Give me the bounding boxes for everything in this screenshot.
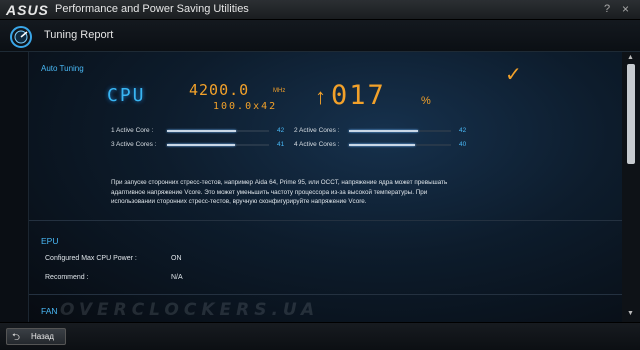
- core-4-label: 4 Active Cores :: [294, 141, 340, 148]
- title-bar: ASUS Performance and Power Saving Utilit…: [0, 0, 640, 20]
- watermark: OVERCLOCKERS.UA: [60, 300, 320, 320]
- cpu-label: CPU: [107, 85, 146, 106]
- core-3-bar: [167, 144, 269, 146]
- recommend-label: Recommend :: [45, 274, 89, 281]
- recommend-value: N/A: [171, 274, 183, 281]
- asus-logo: ASUS: [6, 2, 49, 18]
- core-1-bar: [167, 130, 269, 132]
- vertical-scrollbar[interactable]: ▲ ▼: [622, 52, 640, 322]
- scroll-up-icon[interactable]: ▲: [627, 54, 634, 61]
- core-4-fill: [349, 144, 416, 146]
- core-2-bar: [349, 130, 451, 132]
- boost-percent: 017: [331, 80, 386, 111]
- report-panel: Auto Tuning ✓ CPU 4200.0 MHz 100.0x42 ↑ …: [28, 52, 622, 322]
- section-divider: [29, 220, 622, 221]
- page-header: Tuning Report: [0, 20, 640, 52]
- speedometer-icon: [10, 26, 32, 48]
- cpu-multiplier: 100.0x42: [213, 101, 278, 112]
- back-label: Назад: [31, 332, 54, 341]
- core-2-value: 42: [459, 127, 467, 134]
- max-cpu-power-value: ON: [171, 255, 182, 262]
- core-2-fill: [349, 130, 419, 132]
- max-cpu-power-label: Configured Max CPU Power :: [45, 255, 137, 262]
- close-button[interactable]: ×: [622, 2, 629, 16]
- section-divider: [29, 294, 622, 295]
- fan-heading: FAN: [41, 306, 58, 316]
- footer-bar: ⮌ Назад: [0, 322, 640, 350]
- app-title: Performance and Power Saving Utilities: [55, 3, 249, 15]
- auto-tuning-heading: Auto Tuning: [41, 64, 84, 73]
- core-4-bar: [349, 144, 451, 146]
- core-2-label: 2 Active Cores :: [294, 127, 340, 134]
- check-icon: ✓: [505, 64, 522, 86]
- core-3-value: 41: [277, 141, 285, 148]
- scroll-thumb[interactable]: [627, 64, 635, 164]
- core-4-value: 40: [459, 141, 467, 148]
- cpu-frequency: 4200.0: [189, 81, 250, 99]
- scroll-down-icon[interactable]: ▼: [627, 310, 634, 317]
- help-button[interactable]: ?: [604, 3, 610, 15]
- up-arrow-icon: ↑: [315, 84, 326, 109]
- page-title: Tuning Report: [44, 29, 114, 41]
- frequency-unit: MHz: [273, 88, 286, 94]
- back-button[interactable]: ⮌ Назад: [6, 328, 66, 345]
- epu-heading: EPU: [41, 236, 59, 246]
- core-3-label: 3 Active Cores :: [111, 141, 157, 148]
- percent-unit: %: [421, 95, 431, 107]
- stress-test-warning: При запуске сторонних стресс-тестов, нап…: [111, 179, 448, 205]
- core-3-fill: [167, 144, 235, 146]
- core-1-fill: [167, 130, 237, 132]
- core-1-label: 1 Active Core :: [111, 127, 154, 134]
- back-arrow-icon: ⮌: [12, 332, 21, 343]
- core-1-value: 42: [277, 127, 285, 134]
